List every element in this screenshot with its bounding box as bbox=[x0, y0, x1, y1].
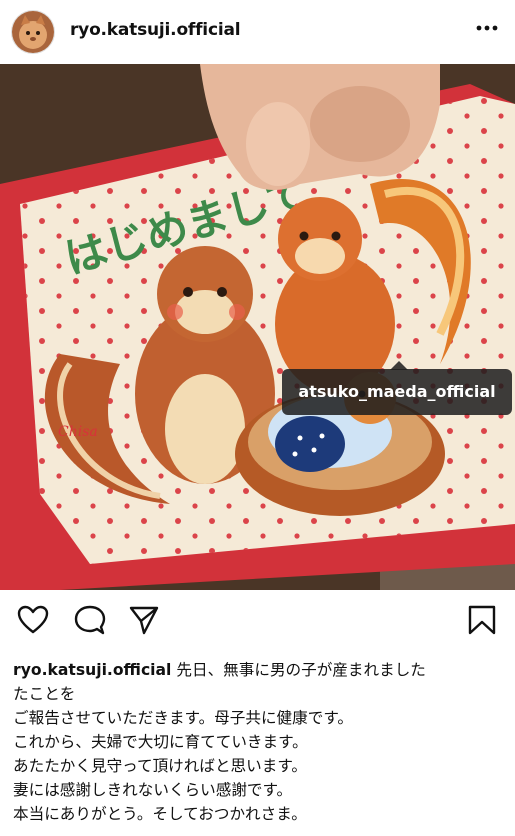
caption-text: 先日、無事に男の子が産まれました bbox=[176, 661, 426, 679]
cat-avatar-icon bbox=[12, 11, 54, 53]
caption-line: 本当にありがとう。そしておつかれさま。 bbox=[13, 805, 307, 823]
caption-line: ご報告させていただきます。母子共に健康です。 bbox=[13, 709, 353, 727]
header-username[interactable]: ryo.katsuji.official bbox=[70, 20, 241, 40]
greeting-card-image: はじめまして Chisa bbox=[0, 64, 515, 590]
card-signature: Chisa bbox=[58, 424, 98, 440]
more-options-icon[interactable] bbox=[474, 18, 500, 38]
tag-label: atsuko_maeda_official bbox=[282, 369, 512, 415]
caption-line: これから、夫婦で大切に育てていきます。 bbox=[13, 733, 308, 751]
caption-username[interactable]: ryo.katsuji.official bbox=[13, 661, 171, 679]
post-header: ryo.katsuji.official bbox=[0, 0, 515, 64]
caption-line: あたたかく見守って頂ければと思います。 bbox=[13, 757, 307, 775]
post-caption: ryo.katsuji.official 先日、無事に男の子が産まれました たこ… bbox=[13, 658, 508, 826]
profile-avatar[interactable] bbox=[11, 10, 55, 54]
post-photo[interactable]: はじめまして Chisa atsuko_maeda_official bbox=[0, 64, 515, 590]
share-icon[interactable] bbox=[128, 604, 160, 636]
caption-line: 妻には感謝しきれないくらい感謝です。 bbox=[13, 781, 293, 799]
action-bar bbox=[0, 590, 515, 650]
bookmark-icon[interactable] bbox=[466, 604, 498, 636]
caption-line: たことを bbox=[13, 685, 76, 703]
heart-icon[interactable] bbox=[17, 604, 49, 636]
caption-first-line: ryo.katsuji.official 先日、無事に男の子が産まれました bbox=[13, 658, 508, 682]
user-tag[interactable]: atsuko_maeda_official bbox=[282, 361, 512, 415]
comment-icon[interactable] bbox=[74, 604, 106, 636]
